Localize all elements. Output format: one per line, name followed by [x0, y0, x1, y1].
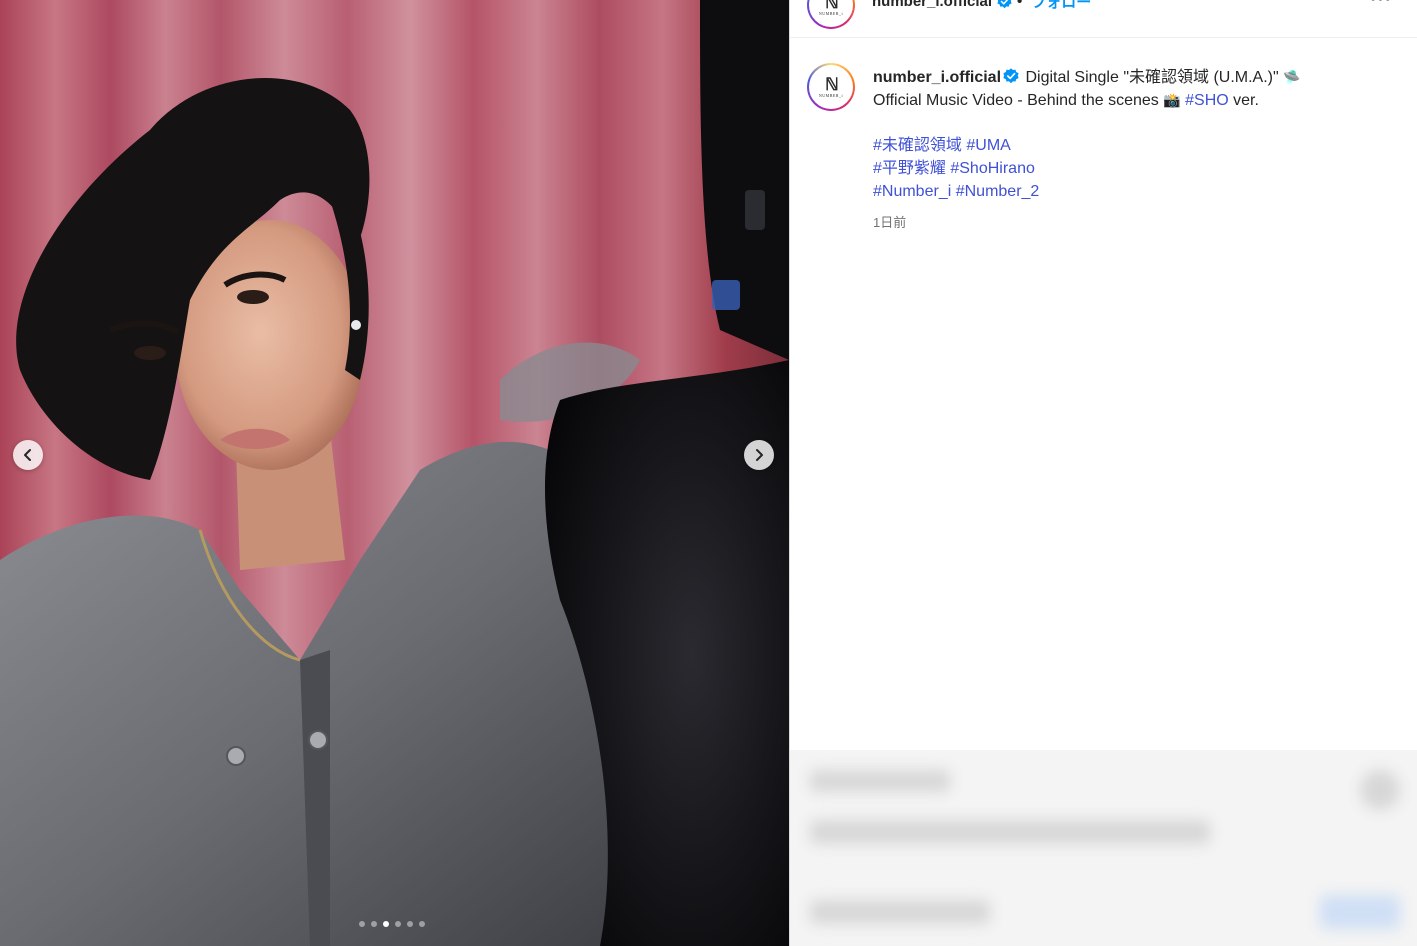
hashtag-link[interactable]: #ShoHirano [950, 160, 1035, 177]
hashtag-list: #未確認領域 #UMA #平野紫耀 #ShoHirano #Number_i #… [873, 134, 1373, 203]
separator-dot: • [1017, 0, 1023, 10]
caption-username-link[interactable]: number_i.official [873, 69, 1001, 86]
chevron-left-icon [24, 449, 31, 461]
post-header: ℕ NUMBER_i number_i.official • フォロー ••• [790, 0, 1417, 38]
blurred-comments-area [790, 750, 1417, 946]
carousel-dot [395, 921, 401, 927]
verified-badge-icon [1003, 68, 1019, 84]
carousel-dot [371, 921, 377, 927]
hashtag-link[interactable]: #UMA [966, 137, 1010, 154]
carousel-pagination-dots [359, 921, 425, 927]
caption-text-subtitle: Official Music Video - Behind the scenes [873, 92, 1159, 109]
carousel-dot [407, 921, 413, 927]
avatar-logo: ℕ NUMBER_i [818, 0, 844, 16]
caption-text-suffix: ver. [1233, 92, 1259, 109]
chevron-right-icon [756, 449, 763, 461]
avatar-logo: ℕ NUMBER_i [818, 75, 844, 98]
hashtag-link[interactable]: #Number_i [873, 183, 951, 200]
post-media-carousel[interactable] [0, 0, 789, 946]
header-username-link[interactable]: number_i.official [872, 0, 992, 10]
follow-button[interactable]: フォロー [1031, 0, 1091, 12]
carousel-dot [419, 921, 425, 927]
hashtag-link[interactable]: #平野紫耀 [873, 160, 946, 177]
post-side-panel: ℕ NUMBER_i number_i.official • フォロー ••• … [789, 0, 1417, 946]
carousel-dot [383, 921, 389, 927]
post-timestamp[interactable]: 1日前 [873, 212, 906, 231]
hashtag-link[interactable]: #未確認領域 [873, 137, 962, 154]
verified-badge-icon [997, 0, 1012, 9]
post-photo [0, 0, 789, 946]
post-caption: number_i.official Digital Single "未確認領域 … [873, 66, 1373, 203]
hashtag-line: #未確認領域 #UMA [873, 134, 1373, 157]
more-options-button[interactable]: ••• [1370, 0, 1392, 9]
hashtag-line: #平野紫耀 #ShoHirano [873, 157, 1373, 180]
ufo-emoji-icon: 🛸 [1283, 69, 1301, 85]
hashtag-link[interactable]: #Number_2 [956, 183, 1040, 200]
hashtag-link[interactable]: #SHO [1185, 92, 1229, 109]
carousel-prev-button[interactable] [13, 440, 43, 470]
header-avatar[interactable]: ℕ NUMBER_i [807, 0, 855, 29]
header-username-row: number_i.official • フォロー [872, 0, 1091, 12]
hashtag-line: #Number_i #Number_2 [873, 180, 1373, 203]
camera-flash-emoji-icon: 📸 [1163, 92, 1181, 108]
caption-text-title: Digital Single "未確認領域 (U.M.A.)" [1025, 69, 1279, 86]
caption-avatar[interactable]: ℕ NUMBER_i [807, 63, 855, 111]
carousel-next-button[interactable] [744, 440, 774, 470]
carousel-dot [359, 921, 365, 927]
